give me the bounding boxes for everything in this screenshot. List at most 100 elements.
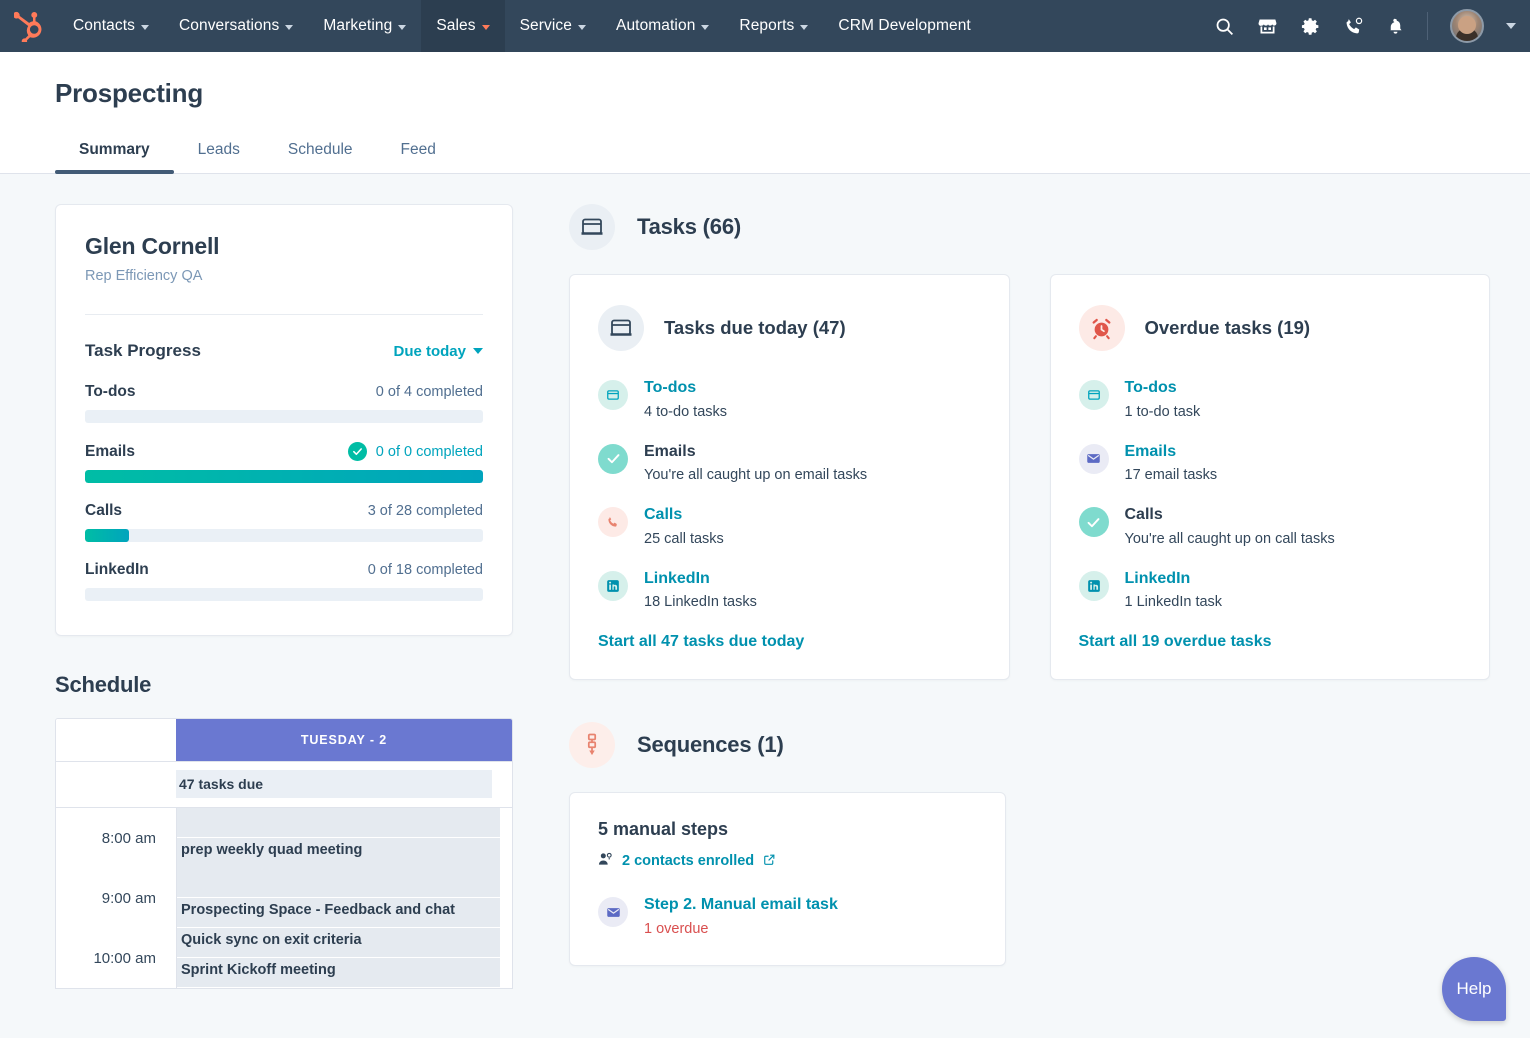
nav-menu: Contacts Conversations Marketing Sales S…	[58, 0, 986, 52]
sequences-icon	[569, 722, 615, 769]
progress-row-emails: Emails 0 of 0 completed	[85, 442, 483, 483]
email-icon	[1078, 443, 1109, 474]
chevron-down-icon	[473, 348, 483, 354]
progress-row-todos: To-dos 0 of 4 completed	[85, 383, 483, 423]
search-icon[interactable]	[1214, 16, 1235, 37]
rep-profile-card: Glen Cornell Rep Efficiency QA Task Prog…	[55, 204, 513, 636]
phone-icon	[598, 507, 628, 538]
nav-item-reports[interactable]: Reports	[724, 0, 823, 52]
left-column: Glen Cornell Rep Efficiency QA Task Prog…	[55, 204, 513, 1037]
schedule-time-gutter: 8:00 am 9:00 am 10:00 am	[56, 808, 176, 988]
schedule-day-header[interactable]: TUESDAY - 2	[176, 719, 512, 761]
calendar-event[interactable]: prep weekly quad meeting	[177, 838, 500, 898]
calendar-event-label: Sprint Kickoff meeting	[181, 962, 336, 978]
calendar-event[interactable]: Prospecting Space - Feedback and chat	[177, 898, 500, 928]
progress-count: 0 of 0 completed	[375, 443, 483, 460]
chevron-down-icon	[800, 24, 809, 30]
external-link-icon	[763, 853, 776, 870]
task-item-sub: 1 to-do task	[1124, 403, 1201, 420]
tab-summary[interactable]: Summary	[55, 131, 174, 174]
nav-utility-icons	[1214, 0, 1530, 52]
hubspot-logo[interactable]	[0, 0, 58, 52]
help-button[interactable]: Help	[1442, 957, 1506, 1021]
alarm-clock-icon	[1078, 305, 1125, 351]
task-item-label[interactable]: LinkedIn	[644, 570, 757, 588]
due-today-filter-dropdown[interactable]: Due today	[393, 343, 483, 360]
nav-item-automation[interactable]: Automation	[601, 0, 724, 52]
task-item-sub: 18 LinkedIn tasks	[644, 594, 757, 611]
task-item-label[interactable]: Calls	[644, 506, 724, 524]
gear-icon[interactable]	[1300, 16, 1321, 37]
chevron-down-icon	[701, 24, 710, 30]
start-all-due-today-link[interactable]: Start all 47 tasks due today	[598, 633, 981, 651]
sequence-step-label[interactable]: Step 2. Manual email task	[644, 896, 838, 914]
task-item-emails: Emails 17 email tasks	[1078, 443, 1462, 483]
task-item-calls: Calls You're all caught up on call tasks	[1078, 506, 1462, 547]
tasks-section-title: Tasks (66)	[637, 214, 741, 239]
rep-name: Glen Cornell	[85, 233, 220, 259]
page-tabs: Summary Leads Schedule Feed	[0, 131, 1530, 174]
calendar-event[interactable]: Sprint Kickoff meeting	[177, 958, 500, 988]
overdue-tasks-card: Overdue tasks (19) To-dos 1 to-do task E…	[1049, 274, 1490, 681]
progress-fill	[85, 529, 129, 542]
calendar-event-label: prep weekly quad meeting	[181, 842, 363, 858]
sequences-section-header: Sequences (1)	[569, 722, 1490, 769]
contacts-enrolled-label: 2 contacts enrolled	[622, 853, 755, 870]
chevron-down-icon[interactable]	[1506, 23, 1516, 29]
nav-item-marketing[interactable]: Marketing	[308, 0, 421, 52]
email-icon	[598, 897, 628, 928]
task-item-calls: Calls 25 call tasks	[598, 506, 981, 547]
nav-item-sales[interactable]: Sales	[421, 0, 505, 52]
calling-icon[interactable]	[1343, 16, 1364, 37]
avatar[interactable]	[1450, 9, 1484, 43]
calendar-event[interactable]: Quick sync on exit criteria	[177, 928, 500, 958]
nav-item-crm-development[interactable]: CRM Development	[823, 0, 985, 52]
start-all-overdue-link[interactable]: Start all 19 overdue tasks	[1079, 633, 1462, 651]
tasks-due-today-card: Tasks due today (47) To-dos 4 to-do task…	[569, 274, 1010, 681]
divider	[85, 314, 483, 315]
task-item-label[interactable]: LinkedIn	[1125, 570, 1223, 588]
check-icon	[598, 443, 628, 474]
check-icon	[1078, 507, 1109, 538]
nav-item-label: Reports	[739, 17, 795, 34]
nav-item-conversations[interactable]: Conversations	[164, 0, 308, 52]
chevron-down-icon	[398, 24, 407, 30]
sequence-step-overdue: 1 overdue	[644, 921, 709, 938]
tab-leads[interactable]: Leads	[174, 131, 264, 173]
tab-schedule[interactable]: Schedule	[264, 131, 377, 173]
schedule-tasks-due-row: 47 tasks due	[56, 762, 512, 808]
task-item-label[interactable]: To-dos	[1125, 379, 1201, 397]
nav-item-label: Service	[519, 17, 572, 34]
task-item-linkedin: LinkedIn 18 LinkedIn tasks	[598, 570, 981, 611]
sequences-section-title: Sequences (1)	[637, 732, 784, 758]
task-item-sub: 4 to-do tasks	[644, 403, 728, 420]
task-item-sub: You're all caught up on call tasks	[1124, 530, 1335, 547]
schedule-body: 8:00 am 9:00 am 10:00 am prep weekly qua…	[56, 808, 512, 988]
schedule-tasks-due[interactable]: 47 tasks due	[176, 770, 492, 798]
time-label: 10:00 am	[93, 949, 156, 967]
page-header: Prospecting Summary Leads Schedule Feed	[0, 52, 1530, 174]
tab-label: Feed	[400, 141, 436, 158]
task-item-label[interactable]: Emails	[1125, 443, 1218, 461]
task-item-label: Calls	[1124, 506, 1163, 524]
nav-item-label: Marketing	[323, 17, 393, 34]
marketplace-icon[interactable]	[1257, 16, 1278, 37]
calendar-event[interactable]	[177, 808, 500, 838]
task-item-sub: You're all caught up on email tasks	[644, 467, 868, 484]
chevron-down-icon	[578, 24, 586, 30]
page-title: Prospecting	[55, 78, 204, 108]
task-item-label[interactable]: To-dos	[644, 379, 727, 397]
nav-item-service[interactable]: Service	[505, 0, 601, 52]
notifications-icon[interactable]	[1386, 16, 1405, 37]
tasks-cards-row: Tasks due today (47) To-dos 4 to-do task…	[569, 274, 1490, 681]
card-title: Tasks due today (47)	[664, 317, 846, 338]
contacts-enrolled-link[interactable]: 2 contacts enrolled	[598, 852, 977, 870]
time-label: 8:00 am	[101, 829, 156, 847]
tab-feed[interactable]: Feed	[377, 131, 460, 173]
nav-item-label: CRM Development	[838, 17, 971, 34]
progress-count: 3 of 28 completed	[367, 503, 483, 519]
task-item-todos: To-dos 4 to-do tasks	[598, 379, 981, 420]
nav-item-contacts[interactable]: Contacts	[58, 0, 164, 52]
chevron-down-icon	[140, 24, 149, 30]
nav-item-label: Contacts	[73, 17, 135, 34]
